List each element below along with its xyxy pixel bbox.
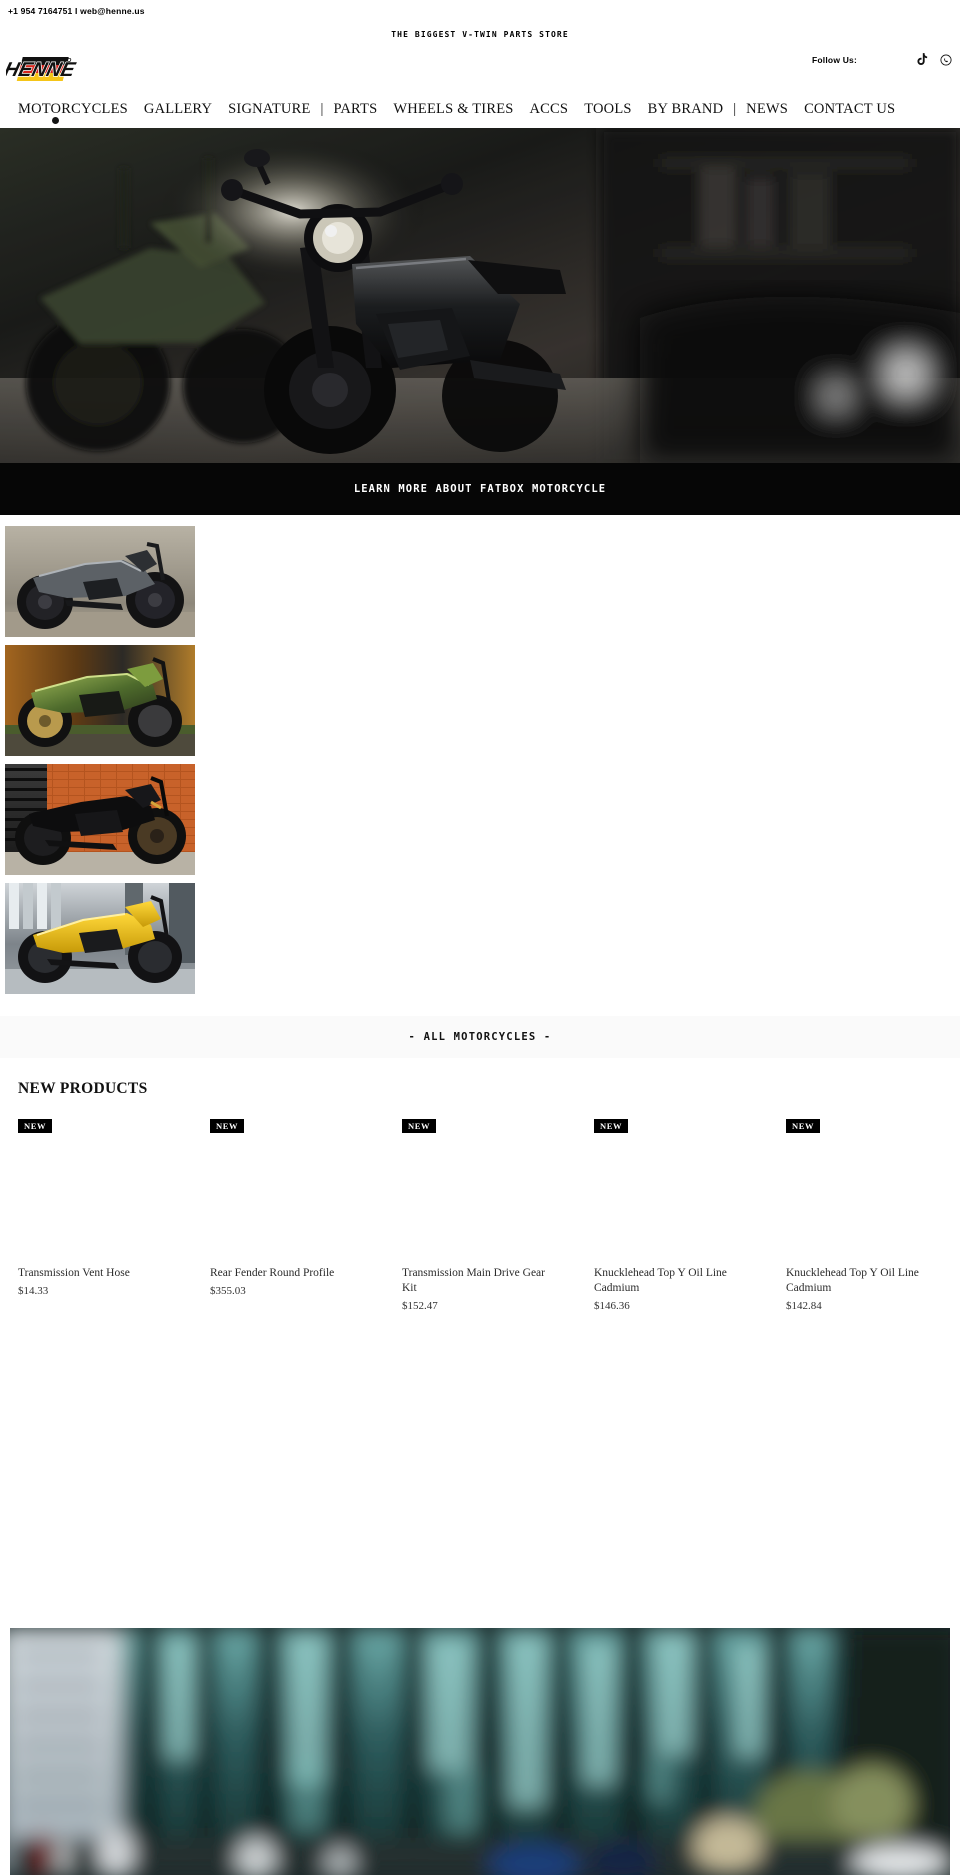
tiktok-icon[interactable] (917, 53, 928, 66)
product-card[interactable]: NEW Rear Fender Round Profile $355.03 (192, 1116, 384, 1312)
nav-item-gallery[interactable]: GALLERY (136, 101, 220, 118)
new-products-title: NEW PRODUCTS (18, 1080, 148, 1097)
status-badge: NEW (402, 1119, 437, 1134)
all-motorcycles-bar[interactable]: - ALL MOTORCYCLES - (0, 1016, 960, 1058)
product-card[interactable]: NEW Transmission Main Drive Gear Kit $15… (384, 1116, 576, 1312)
product-card[interactable]: NEW Knucklehead Top Y Oil Line Cadmium $… (768, 1116, 960, 1312)
hero-motorcycle-photo (0, 128, 960, 463)
product-price: $355.03 (210, 1285, 246, 1298)
site-header: HENNE CO Follow Us: (0, 46, 960, 92)
nav-item-wheels-and-tires[interactable]: WHEELS & TIRES (385, 101, 521, 118)
product-thumbnail[interactable] (594, 1142, 754, 1260)
city-street-photo (10, 1628, 950, 1875)
product-name: Rear Fender Round Profile (210, 1267, 335, 1279)
nav-item-news[interactable]: NEWS (738, 101, 796, 118)
list-item[interactable] (5, 526, 195, 637)
follow-us-label: Follow Us: (812, 54, 857, 65)
product-thumbnail[interactable] (18, 1142, 178, 1260)
product-price: $142.84 (786, 1300, 822, 1313)
top-utility-bar: +1 954 7164751 I web@henne.us (0, 0, 960, 22)
product-name: Transmission Main Drive Gear Kit (402, 1267, 545, 1295)
product-price: $146.36 (594, 1300, 630, 1313)
status-badge: NEW (210, 1119, 245, 1134)
nav-item-by-brand[interactable]: BY BRAND (640, 101, 732, 118)
contact-info[interactable]: +1 954 7164751 I web@henne.us (8, 6, 145, 16)
all-motorcycles-label: - ALL MOTORCYCLES - (408, 1031, 552, 1043)
main-navigation: MOTORCYCLES GALLERY SIGNATURE | PARTS WH… (0, 92, 960, 128)
list-item[interactable] (5, 883, 195, 994)
product-thumbnail[interactable] (210, 1142, 370, 1260)
nav-separator-1: | (320, 101, 324, 117)
site-logo[interactable]: HENNE CO (6, 52, 80, 88)
hero-banner[interactable] (0, 128, 960, 463)
product-thumbnail[interactable] (786, 1142, 946, 1260)
status-badge: NEW (786, 1119, 821, 1134)
product-card[interactable]: NEW Transmission Vent Hose $14.33 (0, 1116, 192, 1312)
product-price: $14.33 (18, 1285, 49, 1298)
nav-item-motorcycles[interactable]: MOTORCYCLES (10, 101, 136, 118)
tagline-row: THE BIGGEST V-TWIN PARTS STORE (0, 22, 960, 46)
svg-text:CO: CO (63, 58, 72, 64)
product-name: Transmission Vent Hose (18, 1267, 130, 1279)
nav-separator-2: | (733, 101, 737, 117)
motorcycle-photo-2 (5, 645, 195, 756)
store-tagline: THE BIGGEST V-TWIN PARTS STORE (391, 29, 569, 39)
henne-logo-icon: HENNE CO (6, 57, 79, 82)
nav-item-accs[interactable]: ACCS (522, 101, 577, 118)
motorcycle-photo-1 (5, 526, 195, 637)
nav-item-parts[interactable]: PARTS (325, 101, 385, 118)
product-price: $152.47 (402, 1300, 438, 1313)
motorcycle-photo-3 (5, 764, 195, 875)
nav-item-contact-us[interactable]: CONTACT US (796, 101, 903, 118)
list-item[interactable] (5, 645, 195, 756)
nav-active-indicator-icon (52, 117, 59, 124)
featured-motorcycles-list (0, 515, 960, 994)
learn-more-cta-bar[interactable]: LEARN MORE ABOUT FATBOX MOTORCYCLE (0, 463, 960, 515)
status-badge: NEW (18, 1119, 53, 1134)
learn-more-cta-label: LEARN MORE ABOUT FATBOX MOTORCYCLE (353, 483, 607, 495)
status-badge: NEW (594, 1119, 629, 1134)
bottom-banner[interactable] (10, 1628, 950, 1875)
product-card[interactable]: NEW Knucklehead Top Y Oil Line Cadmium $… (576, 1116, 768, 1312)
motorcycle-photo-4 (5, 883, 195, 994)
product-thumbnail[interactable] (402, 1142, 562, 1260)
follow-us-group: Follow Us: (812, 53, 952, 66)
new-products-grid: NEW Transmission Vent Hose $14.33 NEW Re… (0, 1098, 960, 1312)
product-name: Knucklehead Top Y Oil Line Cadmium (786, 1267, 919, 1295)
list-item[interactable] (5, 764, 195, 875)
product-name: Knucklehead Top Y Oil Line Cadmium (594, 1267, 727, 1295)
whatsapp-icon[interactable] (940, 53, 952, 66)
social-links (917, 53, 952, 66)
nav-item-tools[interactable]: TOOLS (576, 101, 639, 118)
nav-item-signature[interactable]: SIGNATURE (220, 101, 318, 118)
